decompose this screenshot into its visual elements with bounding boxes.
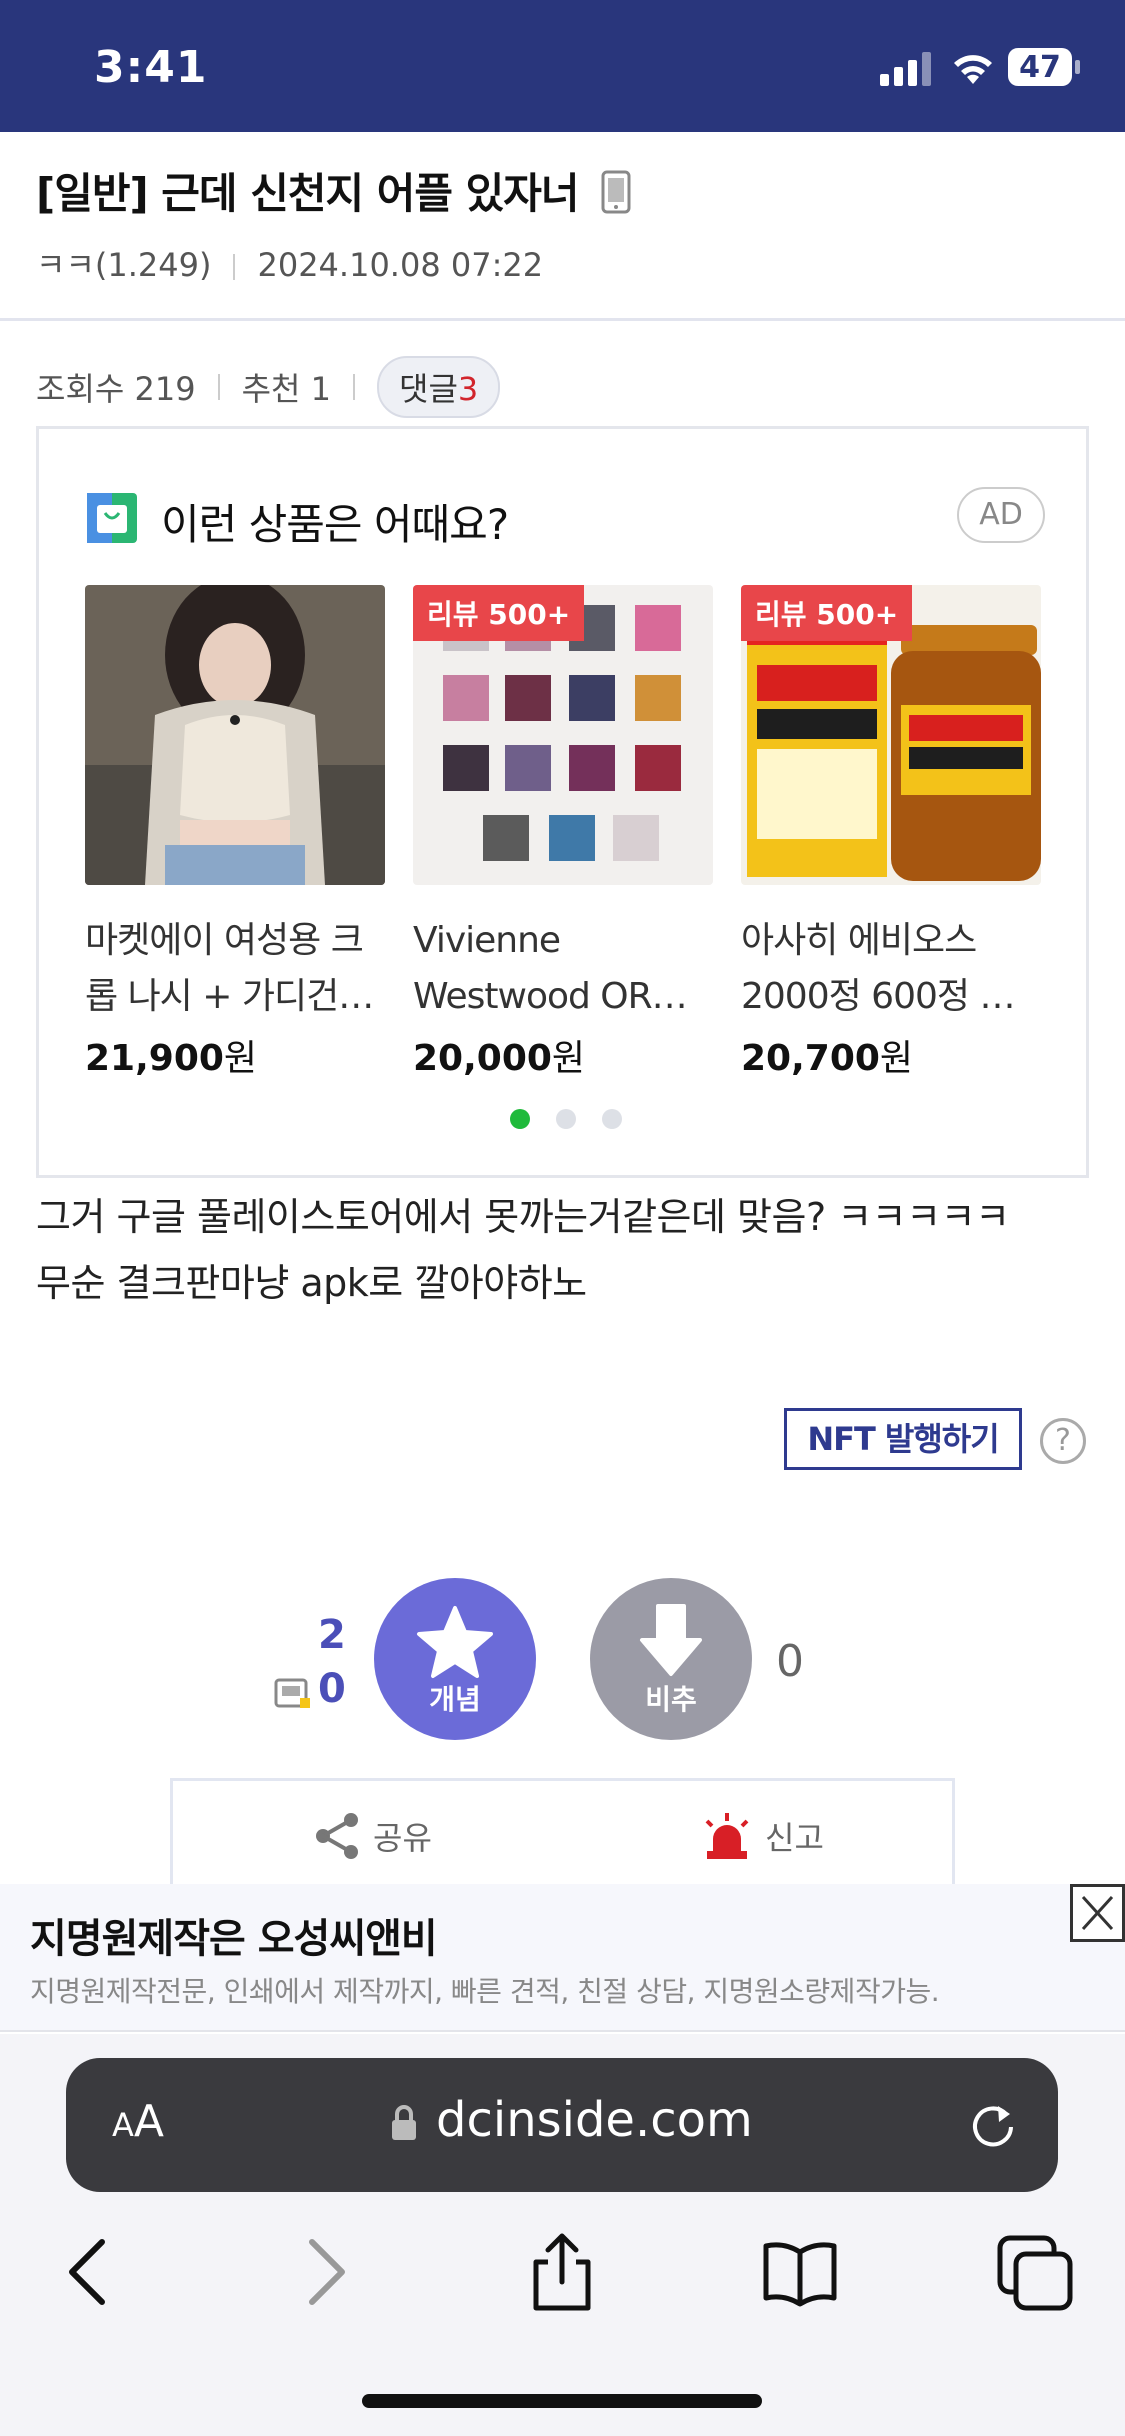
comment-label: 댓글 — [399, 370, 458, 408]
ad-badge[interactable]: AD — [957, 487, 1045, 543]
status-bar: 3:41 47 — [0, 0, 1125, 132]
post-author[interactable]: ㅋㅋ(1.249) — [36, 246, 211, 284]
post-body-line: 무순 결크판마냥 apk로 깔아야하노 — [36, 1261, 587, 1305]
home-indicator — [362, 2394, 762, 2408]
bookmarks-icon[interactable] — [760, 2232, 840, 2312]
back-icon[interactable] — [46, 2232, 126, 2312]
carousel-dot[interactable] — [601, 1109, 622, 1129]
close-icon — [1081, 1895, 1114, 1931]
carousel-dot[interactable] — [555, 1109, 576, 1129]
product-card[interactable]: 리뷰 500+ 아사히 에비오스 2000정 600정 … 20,700원 — [741, 585, 1041, 1081]
product-ad: 이런 상품은 어때요? AD 마켓에이 여성용 크롭 나시 + 가디건… 21,… — [36, 426, 1089, 1178]
star-icon — [417, 1606, 493, 1678]
product-card[interactable]: 리뷰 500+ Vivienne Westwood OR… 20,000원 — [413, 585, 713, 1081]
address-bar[interactable]: AA dcinside.com — [66, 2058, 1058, 2192]
fixed-upvote-count: 0 — [318, 1666, 346, 1712]
product-price: 20,700원 — [741, 1038, 914, 1079]
forward-icon[interactable] — [288, 2232, 368, 2312]
review-tag: 리뷰 500+ — [413, 585, 585, 641]
downvote-count: 0 — [776, 1636, 804, 1687]
share-icon[interactable] — [522, 2232, 602, 2312]
post-body-line: 그거 구글 풀레이스토어에서 못까는거같은데 맞음? ㅋㅋㅋㅋㅋ — [36, 1195, 1010, 1239]
view-count: 조회수 219 — [36, 370, 196, 408]
carousel-dot[interactable] — [509, 1109, 530, 1129]
ad-heading: 이런 상품은 어때요? — [161, 500, 509, 549]
carousel-dots — [39, 1109, 1092, 1133]
banner-description: 지명원제작전문, 인쇄에서 제작까지, 빠른 견적, 친절 상담, 지명원소량제… — [30, 1975, 940, 2008]
share-button[interactable]: 공유 — [313, 1811, 432, 1861]
product-image[interactable]: 리뷰 500+ — [741, 585, 1041, 885]
product-card[interactable]: 마켓에이 여성용 크롭 나시 + 가디건… 21,900원 — [85, 585, 385, 1081]
product-name-line1: 아사히 에비오스 — [741, 920, 977, 961]
status-time: 3:41 — [94, 42, 208, 93]
banner-ad[interactable]: 지명원제작은 오성씨앤비 지명원제작전문, 인쇄에서 제작까지, 빠른 견적, … — [0, 1884, 1125, 2032]
downvote-label: 비추 — [645, 1683, 697, 1716]
upvote-button[interactable]: 개념 — [374, 1578, 536, 1740]
product-price: 21,900원 — [85, 1038, 258, 1079]
reader-settings-button[interactable]: AA — [112, 2096, 164, 2147]
shopping-bag-icon — [87, 493, 137, 543]
post-stats: 조회수 219 추천 1 댓글3 — [36, 356, 501, 418]
upvote-count: 2 — [318, 1612, 346, 1658]
product-price: 20,000원 — [413, 1038, 586, 1079]
reload-icon[interactable] — [966, 2100, 1020, 2154]
product-name-line1: Vivienne — [413, 920, 561, 961]
product-image[interactable]: 리뷰 500+ — [413, 585, 713, 885]
banner-title: 지명원제작은 오성씨앤비 — [30, 1916, 438, 1962]
post-meta: ㅋㅋ(1.249) 2024.10.08 07:22 — [36, 240, 543, 286]
downvote-button[interactable]: 비추 — [590, 1578, 752, 1740]
wifi-icon — [954, 55, 992, 84]
arrow-down-icon — [640, 1604, 702, 1676]
share-label: 공유 — [373, 1819, 432, 1857]
battery-icon: 47 — [1008, 48, 1080, 86]
comment-button[interactable]: 댓글3 — [377, 356, 501, 418]
post-title: [일반] 근데 신천지 어플 있자너 — [36, 169, 580, 218]
lock-icon — [392, 2105, 416, 2140]
product-image[interactable] — [85, 585, 385, 885]
report-button[interactable]: 신고 — [699, 1811, 824, 1861]
upvote-label: 개념 — [429, 1683, 481, 1716]
divider — [0, 318, 1125, 321]
url-text[interactable]: dcinside.com — [436, 2092, 753, 2148]
product-name-line1: 마켓에이 여성용 크 — [85, 920, 364, 961]
product-name-line2: Westwood OR… — [413, 976, 688, 1017]
mobile-icon — [601, 170, 631, 214]
recommend-count: 추천 1 — [241, 370, 331, 408]
cellular-signal-icon — [880, 52, 931, 86]
siren-icon — [705, 1813, 749, 1859]
help-icon[interactable]: ? — [1040, 1418, 1086, 1464]
post-body: 그거 구글 풀레이스토어에서 못까는거같은데 맞음? ㅋㅋㅋㅋㅋ 무순 결크판마… — [36, 1184, 1010, 1316]
report-label: 신고 — [765, 1819, 824, 1857]
close-button[interactable] — [1070, 1884, 1125, 1942]
nft-issue-button[interactable]: NFT 발행하기 — [784, 1408, 1022, 1470]
product-name-line2: 롭 나시 + 가디건… — [85, 976, 374, 1017]
share-icon — [316, 1813, 358, 1859]
post-date: 2024.10.08 07:22 — [257, 246, 544, 284]
comment-count: 3 — [457, 370, 479, 408]
action-bar: 공유 신고 — [170, 1778, 955, 1888]
battery-level: 47 — [1019, 50, 1061, 85]
product-name-line2: 2000정 600정 … — [741, 976, 1015, 1017]
fixed-user-icon — [274, 1678, 310, 1708]
review-tag: 리뷰 500+ — [741, 585, 913, 641]
tabs-icon[interactable] — [996, 2232, 1076, 2312]
browser-toolbar: AA dcinside.com — [0, 2034, 1125, 2436]
